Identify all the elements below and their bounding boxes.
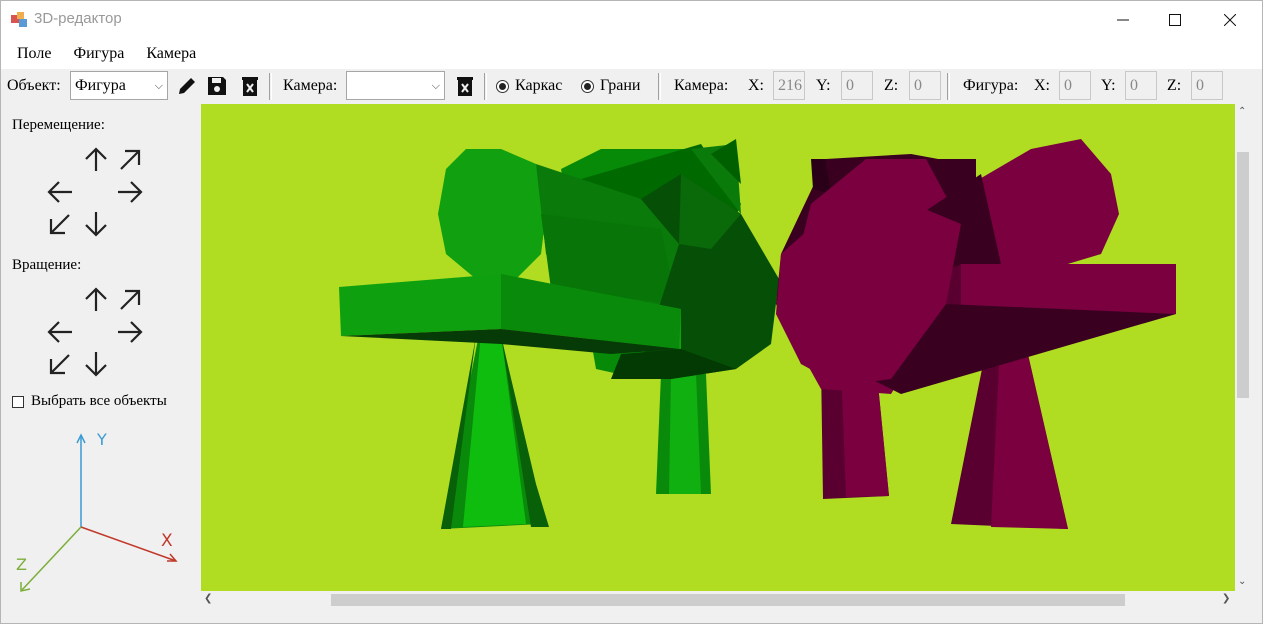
figure-x-label: X:: [1034, 77, 1050, 94]
toolbar-separator: [269, 73, 272, 100]
menu-item-field[interactable]: Поле: [6, 39, 62, 69]
save-icon[interactable]: [206, 75, 228, 97]
control-panel: Перемещение: Вращение: Выбрать все объек…: [1, 103, 200, 623]
wireframe-radio-dot: [496, 79, 509, 93]
rotate-left-arrow-icon[interactable]: [45, 317, 75, 347]
minimize-button[interactable]: [1097, 1, 1149, 39]
scroll-right-icon[interactable]: ❯: [1222, 593, 1230, 604]
vertical-scroll-thumb[interactable]: [1237, 152, 1249, 398]
axes-gizmo: Y X Z: [16, 430, 178, 592]
app-window: 3D-редактор Поле Фигура Камера Объект: Ф…: [0, 0, 1263, 624]
maximize-button[interactable]: [1149, 1, 1201, 39]
scene-canvas: [339, 139, 1176, 529]
move-left-arrow-icon[interactable]: [45, 177, 75, 207]
camera-z-label: Z:: [884, 77, 899, 94]
move-label: Перемещение:: [12, 117, 105, 133]
select-all-checkbox[interactable]: Выбрать все объекты: [12, 393, 167, 410]
rotate-label: Вращение:: [12, 257, 82, 273]
figure-z-field[interactable]: 0: [1191, 71, 1223, 100]
wireframe-radio[interactable]: Каркас: [496, 69, 562, 103]
scroll-left-icon[interactable]: ❮: [204, 593, 212, 604]
toolbar-separator: [484, 73, 487, 100]
camera-x-label: X:: [748, 77, 764, 94]
move-down-left-arrow-icon[interactable]: [45, 209, 75, 239]
3d-viewport[interactable]: [201, 104, 1235, 591]
title-bar: 3D-редактор: [1, 1, 1262, 39]
camera-label: Камера:: [283, 77, 338, 94]
object-select-value: Фигура: [75, 77, 126, 94]
faces-label: Грани: [600, 77, 641, 94]
rotate-down-left-arrow-icon[interactable]: [45, 349, 75, 379]
figure-coords-label: Фигура:: [963, 77, 1019, 94]
window-title: 3D-редактор: [34, 10, 122, 27]
select-all-label: Выбрать все объекты: [31, 393, 167, 409]
camera-y-label: Y:: [816, 77, 831, 94]
horizontal-scroll-thumb[interactable]: [331, 594, 1125, 606]
app-icon: [11, 12, 27, 27]
menu-item-figure[interactable]: Фигура: [62, 39, 135, 69]
select-all-checkbox-box: [12, 395, 24, 408]
faces-radio[interactable]: Грани: [581, 69, 640, 103]
axis-z-line: [20, 526, 82, 592]
object-select[interactable]: Фигура ⌵: [70, 71, 168, 100]
close-button[interactable]: [1204, 1, 1256, 39]
rotate-up-right-arrow-icon[interactable]: [115, 285, 145, 315]
delete-camera-icon[interactable]: [454, 75, 476, 97]
edit-pencil-icon[interactable]: [176, 75, 198, 97]
green-tree-front: [339, 149, 779, 529]
figure-x-field[interactable]: 0: [1059, 71, 1091, 100]
object-label: Объект:: [7, 77, 61, 94]
move-up-right-arrow-icon[interactable]: [115, 145, 145, 175]
rotate-up-arrow-icon[interactable]: [81, 285, 111, 315]
vertical-scrollbar[interactable]: ⌃ ⌄: [1235, 104, 1251, 591]
close-icon: [1224, 14, 1236, 26]
menu-item-camera[interactable]: Камера: [135, 39, 207, 69]
move-up-arrow-icon[interactable]: [81, 145, 111, 175]
camera-select[interactable]: ⌵: [346, 71, 445, 100]
chevron-down-icon: ⌵: [154, 79, 163, 92]
figure-y-field[interactable]: 0: [1125, 71, 1157, 100]
move-arrows: [45, 145, 149, 243]
scroll-down-icon[interactable]: ⌄: [1238, 576, 1246, 587]
camera-z-field[interactable]: 0: [909, 71, 941, 100]
camera-x-field[interactable]: 216: [773, 71, 805, 100]
menu-bar: Поле Фигура Камера: [1, 39, 1262, 69]
chevron-down-icon: ⌵: [431, 79, 440, 92]
move-right-arrow-icon[interactable]: [115, 177, 145, 207]
toolbar-separator: [658, 73, 661, 100]
minimize-icon: [1117, 19, 1129, 21]
maximize-icon: [1169, 14, 1181, 26]
axis-x-label: X: [161, 531, 173, 551]
wireframe-label: Каркас: [515, 77, 563, 94]
horizontal-scrollbar[interactable]: ❮ ❯: [201, 591, 1235, 608]
camera-coords-label: Камера:: [674, 77, 729, 94]
rotate-arrows: [45, 285, 149, 383]
scroll-up-icon[interactable]: ⌃: [1238, 106, 1246, 117]
axis-z-label: Z: [16, 555, 27, 574]
toolbar-separator: [947, 73, 950, 100]
move-down-arrow-icon[interactable]: [81, 209, 111, 239]
axis-y-label: Y: [96, 430, 107, 449]
rotate-down-arrow-icon[interactable]: [81, 349, 111, 379]
faces-radio-dot: [581, 79, 594, 93]
rotate-right-arrow-icon[interactable]: [115, 317, 145, 347]
toolbar: Объект: Фигура ⌵ Камера: ⌵ Каркас Грани …: [1, 69, 1262, 103]
camera-y-field[interactable]: 0: [841, 71, 873, 100]
figure-z-label: Z:: [1167, 77, 1182, 94]
delete-object-icon[interactable]: [239, 75, 261, 97]
figure-y-label: Y:: [1101, 77, 1116, 94]
